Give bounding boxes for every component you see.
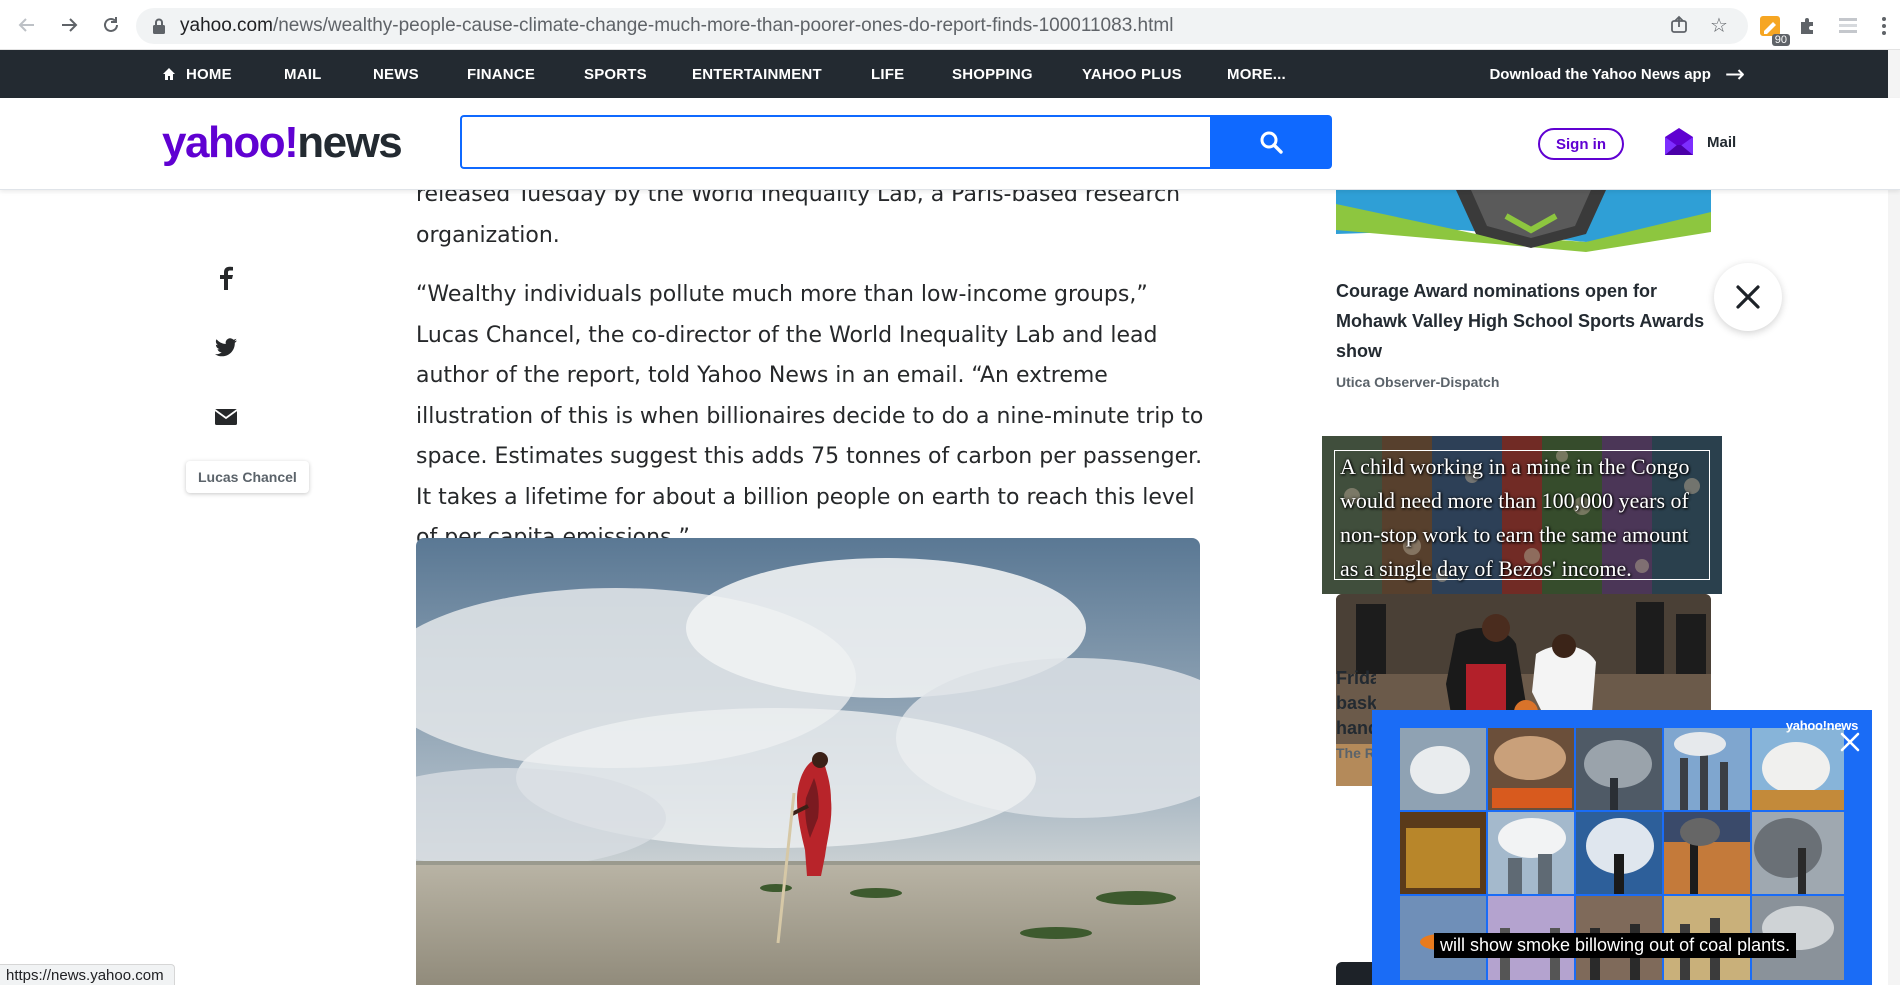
sign-in-button[interactable]: Sign in: [1538, 128, 1624, 160]
nav-item-life[interactable]: LIFE: [871, 50, 904, 98]
close-rail-button[interactable]: [1714, 263, 1782, 331]
download-app-link[interactable]: Download the Yahoo News app →: [1489, 50, 1745, 98]
twitter-icon[interactable]: [212, 334, 240, 362]
back-arrow-icon[interactable]: [12, 10, 42, 40]
nav-item-home[interactable]: HOME: [162, 50, 232, 98]
author-chip[interactable]: Lucas Chancel: [186, 461, 309, 493]
quote-text: A child working in a mine in the Congo w…: [1340, 454, 1690, 581]
url-path: /news/wealthy-people-cause-climate-chang…: [272, 15, 1174, 36]
lock-icon: [153, 18, 165, 34]
link-hover-status: https://news.yahoo.com: [0, 964, 175, 985]
browser-menu-icon[interactable]: [1870, 12, 1898, 40]
logo-product: news: [297, 118, 403, 167]
rail-dark-card[interactable]: [1336, 962, 1376, 985]
video-caption: will show smoke billowing out of coal pl…: [1434, 933, 1797, 958]
share-page-icon[interactable]: [1666, 12, 1692, 38]
close-icon: [1736, 285, 1760, 309]
rail-story-source: Utica Observer-Dispatch: [1336, 374, 1500, 390]
yahoo-top-nav: HOME MAIL NEWS FINANCE SPORTS ENTERTAINM…: [0, 50, 1900, 98]
browser-toolbar: yahoo.com/news/wealthy-people-cause-clim…: [0, 0, 1900, 50]
nav-item-shopping[interactable]: SHOPPING: [952, 50, 1033, 98]
floating-video-player[interactable]: yahoo!news will show smoke billowing out…: [1372, 710, 1872, 985]
search-icon: [1260, 131, 1283, 154]
nav-item-mail[interactable]: MAIL: [284, 50, 321, 98]
rail-story-title-line[interactable]: bask: [1336, 693, 1376, 714]
download-app-label: Download the Yahoo News app: [1489, 65, 1711, 83]
nav-item-label: HOME: [186, 65, 232, 83]
address-bar[interactable]: yahoo.com/news/wealthy-people-cause-clim…: [136, 8, 1748, 44]
mail-icon[interactable]: [1663, 127, 1695, 157]
facebook-icon[interactable]: [212, 264, 240, 292]
mail-link[interactable]: Mail: [1707, 134, 1736, 151]
url-text: yahoo.com/news/wealthy-people-cause-clim…: [180, 15, 1173, 37]
close-video-icon[interactable]: [1838, 730, 1862, 754]
nav-item-news[interactable]: NEWS: [373, 50, 419, 98]
forward-arrow-icon[interactable]: [54, 10, 84, 40]
embedded-quote-image[interactable]: A child working in a mine in the Congo w…: [1322, 436, 1722, 594]
url-host: yahoo.com: [180, 15, 273, 36]
email-share-icon[interactable]: [212, 403, 240, 431]
nav-item-yahoo-plus[interactable]: YAHOO PLUS: [1082, 50, 1182, 98]
nav-item-entertainment[interactable]: ENTERTAINMENT: [692, 50, 822, 98]
article-photo-flooded-field[interactable]: [416, 538, 1200, 985]
rail-story-title-line[interactable]: hand: [1336, 718, 1376, 739]
home-icon: [163, 68, 175, 80]
rail-story-title[interactable]: Courage Award nominations open for Mohaw…: [1336, 276, 1706, 366]
article-paragraph: “Wealthy individuals pollute much more t…: [416, 282, 1204, 550]
search-button[interactable]: [1210, 115, 1332, 169]
article-body: released Tuesday by the World Inequality…: [416, 175, 1206, 578]
extension-badge: 90: [1771, 34, 1790, 46]
nav-item-finance[interactable]: FINANCE: [467, 50, 535, 98]
rail-story-source: The R: [1336, 745, 1375, 761]
rail-story-title-line[interactable]: Frida: [1336, 668, 1376, 689]
site-header: yahoo!news Sign in Mail: [0, 98, 1900, 190]
nav-item-more[interactable]: MORE...: [1227, 50, 1286, 98]
yahoo-news-logo[interactable]: yahoo!news: [162, 118, 403, 168]
extensions-puzzle-icon[interactable]: [1794, 12, 1822, 40]
arrow-right-icon: →: [1724, 60, 1745, 88]
bookmark-star-icon[interactable]: ☆: [1706, 12, 1732, 38]
nav-item-sports[interactable]: SPORTS: [584, 50, 647, 98]
logo-brand: yahoo!: [162, 118, 299, 167]
page-scrollbar[interactable]: [1888, 50, 1900, 985]
search-input[interactable]: [460, 115, 1212, 169]
rail-story-thumbnail[interactable]: [1336, 190, 1711, 252]
reload-icon[interactable]: [96, 10, 126, 40]
profile-menu-icon[interactable]: [1834, 12, 1862, 40]
extension-notes-icon[interactable]: 90: [1756, 12, 1790, 46]
